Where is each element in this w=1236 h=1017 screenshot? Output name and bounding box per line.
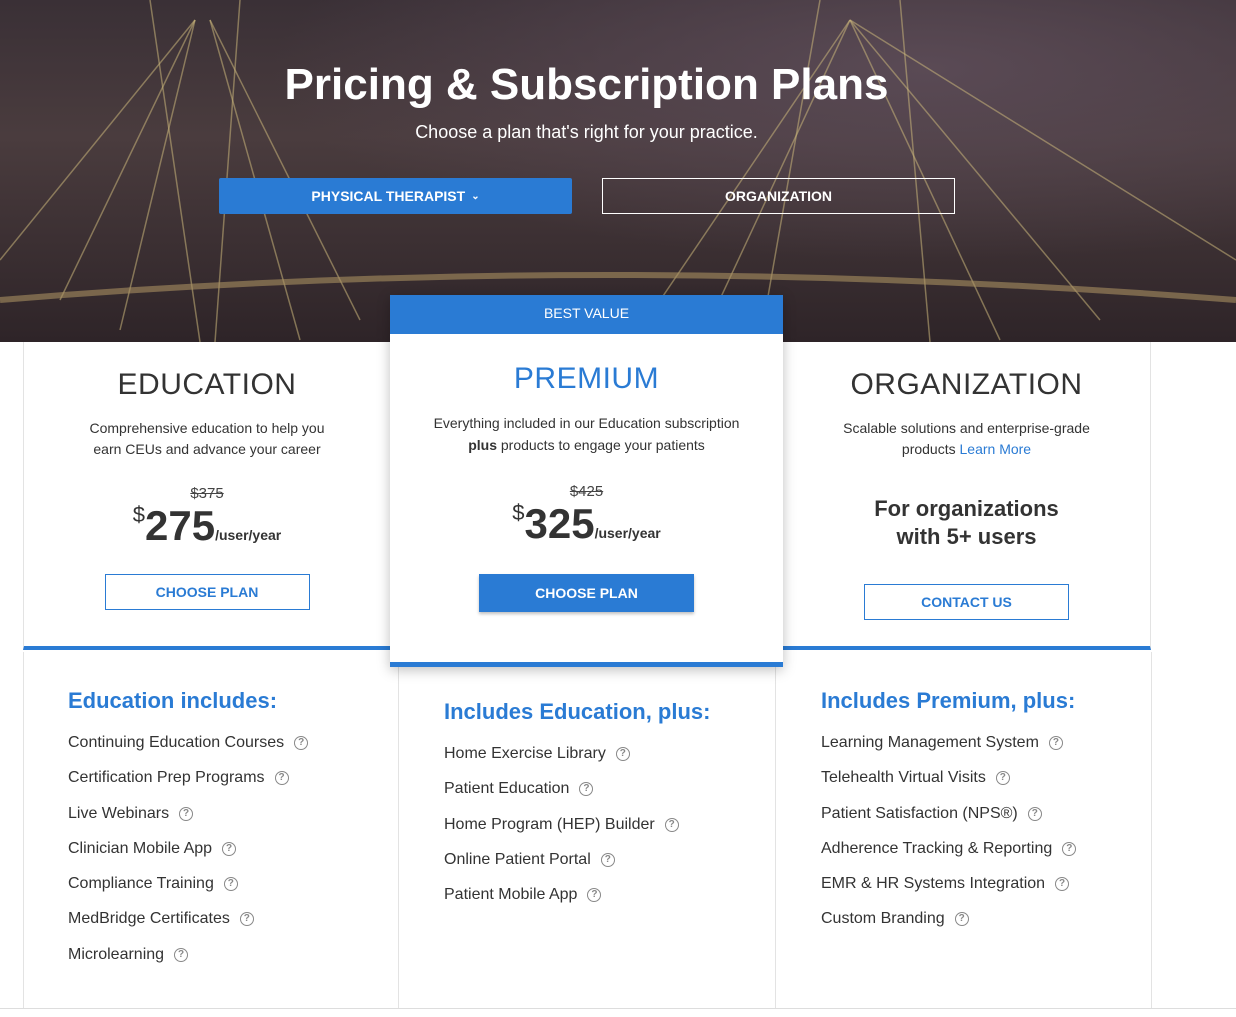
- plan-description: Comprehensive education to help you earn …: [89, 420, 325, 457]
- tab-physical-therapist[interactable]: PHYSICAL THERAPIST ⌄: [219, 178, 572, 214]
- help-icon[interactable]: ?: [179, 806, 194, 821]
- feature-item: Compliance Training?: [68, 875, 308, 910]
- features-list-premium: Home Exercise Library? Patient Education…: [444, 745, 679, 921]
- help-icon[interactable]: ?: [294, 736, 309, 750]
- feature-item: Adherence Tracking & Reporting?: [821, 840, 1077, 875]
- help-icon[interactable]: ?: [954, 912, 969, 927]
- best-value-badge: BEST VALUE: [390, 295, 783, 334]
- plan-price: $325/user/year: [512, 500, 661, 547]
- contact-us-button[interactable]: CONTACT US: [864, 584, 1069, 620]
- plan-name: EDUCATION: [117, 368, 297, 401]
- help-icon[interactable]: ?: [995, 771, 1010, 786]
- tab-label: ORGANIZATION: [724, 188, 833, 204]
- help-icon[interactable]: ?: [274, 771, 289, 786]
- feature-item: Learning Management System?: [821, 734, 1076, 769]
- features-list-organization: Learning Management System? Telehealth V…: [821, 734, 1077, 946]
- feature-item: Custom Branding?: [821, 910, 1076, 945]
- feature-item: Continuing Education Courses?: [68, 734, 309, 769]
- plan-card-premium: BEST VALUE PREMIUM Everything included i…: [390, 295, 783, 667]
- help-icon[interactable]: ?: [239, 912, 254, 927]
- feature-item: Home Program (HEP) Builder?: [444, 816, 679, 851]
- help-icon[interactable]: ?: [1055, 877, 1070, 892]
- chevron-down-icon: ⌄: [471, 190, 480, 202]
- column-divider: [1151, 652, 1152, 1009]
- help-icon[interactable]: ?: [579, 782, 594, 797]
- help-icon[interactable]: ?: [615, 747, 630, 761]
- plan-card-education: EDUCATION Comprehensive education to hel…: [23, 342, 390, 650]
- help-icon[interactable]: ?: [600, 852, 615, 867]
- page-subtitle: Choose a plan that's right for your prac…: [415, 122, 758, 142]
- plan-description: Everything included in our Education sub…: [433, 415, 740, 453]
- feature-item: MedBridge Certificates?: [68, 910, 308, 945]
- feature-item: Patient Education?: [444, 780, 679, 815]
- help-icon[interactable]: ?: [664, 817, 679, 832]
- column-divider: [775, 652, 776, 1009]
- plan-card-organization: ORGANIZATION Scalable solutions and ente…: [783, 342, 1151, 650]
- column-divider: [398, 652, 399, 1009]
- original-price: $375: [190, 485, 224, 502]
- tab-organization[interactable]: ORGANIZATION: [602, 178, 955, 214]
- plan-price: $275/user/year: [132, 502, 282, 549]
- features-list-education: Continuing Education Courses? Certificat…: [68, 734, 309, 981]
- feature-item: Patient Satisfaction (NPS®)?: [821, 805, 1076, 840]
- plan-name: PREMIUM: [513, 362, 660, 395]
- hero-banner: Pricing & Subscription Plans Choose a pl…: [0, 0, 1236, 342]
- feature-item: Live Webinars?: [68, 805, 308, 840]
- help-icon[interactable]: ?: [174, 947, 189, 962]
- feature-item: Home Exercise Library?: [444, 745, 679, 780]
- feature-item: Certification Prep Programs?: [68, 769, 308, 804]
- choose-plan-education-button[interactable]: CHOOSE PLAN: [104, 574, 310, 610]
- feature-item: EMR & HR Systems Integration?: [821, 875, 1076, 910]
- help-icon[interactable]: ?: [1048, 736, 1063, 750]
- feature-item: Microlearning?: [68, 946, 308, 981]
- help-icon[interactable]: ?: [223, 877, 238, 892]
- feature-item: Telehealth Virtual Visits?: [821, 769, 1076, 804]
- feature-item: Online Patient Portal?: [444, 851, 679, 886]
- column-divider: [23, 652, 24, 1009]
- feature-item: Patient Mobile App?: [444, 886, 679, 921]
- tab-label: PHYSICAL THERAPIST: [311, 188, 466, 204]
- help-icon[interactable]: ?: [1062, 841, 1077, 856]
- choose-plan-premium-button[interactable]: CHOOSE PLAN: [479, 574, 694, 612]
- plan-description: Scalable solutions and enterprise-grade p…: [843, 420, 1090, 457]
- features-heading-education: Education includes:: [68, 688, 278, 713]
- organization-headline: For organizations with 5+ users: [874, 496, 1059, 549]
- help-icon[interactable]: ?: [1027, 806, 1042, 821]
- features-heading-premium: Includes Education, plus:: [444, 699, 711, 724]
- original-price: $425: [569, 483, 604, 500]
- feature-item: Clinician Mobile App?: [68, 840, 308, 875]
- help-icon[interactable]: ?: [222, 841, 237, 856]
- page-title: Pricing & Subscription Plans: [284, 60, 889, 109]
- bridge-background-image: [0, 0, 1236, 342]
- learn-more-link[interactable]: Learn More: [960, 441, 1032, 457]
- features-heading-organization: Includes Premium, plus:: [821, 688, 1076, 713]
- bottom-divider: [0, 1008, 1236, 1009]
- plan-name: ORGANIZATION: [850, 368, 1083, 401]
- help-icon[interactable]: ?: [587, 888, 602, 903]
